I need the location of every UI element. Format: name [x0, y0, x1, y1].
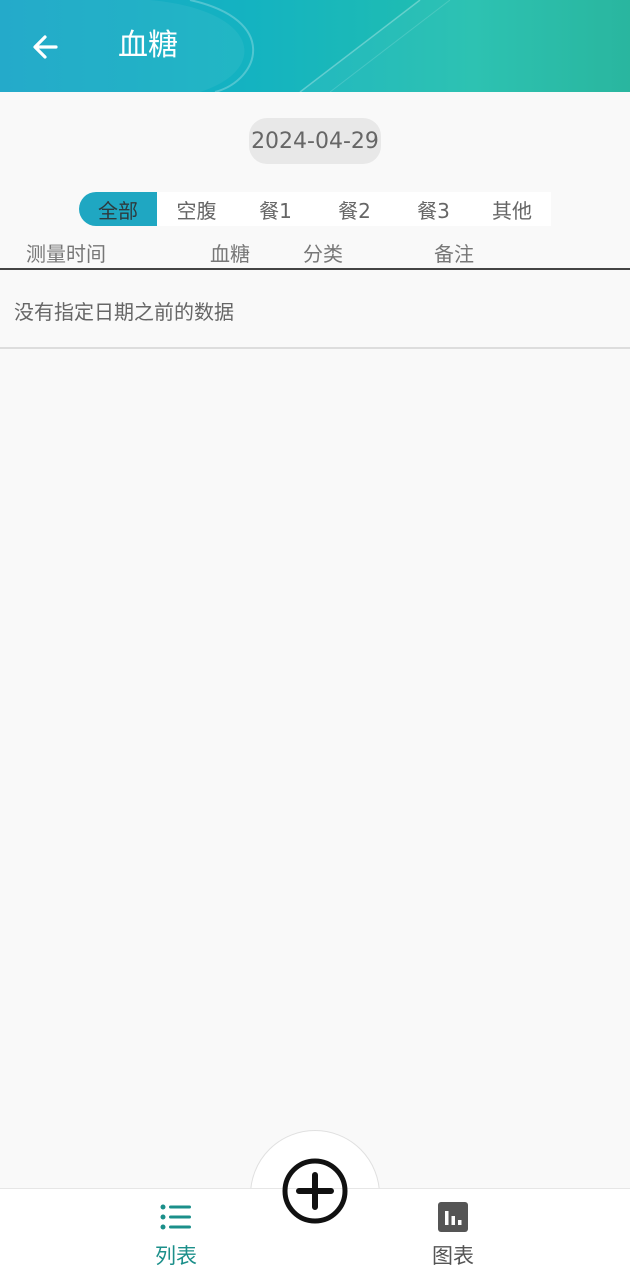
top-app-bar: 血糖	[0, 0, 630, 92]
tab-meal-2[interactable]: 餐2	[315, 192, 394, 226]
page-title: 血糖	[118, 28, 178, 63]
add-record-button[interactable]	[280, 1156, 350, 1226]
arrow-left-icon	[33, 35, 58, 59]
column-header-category: 分类	[303, 242, 343, 266]
tab-fasting[interactable]: 空腹	[157, 192, 236, 226]
empty-state-message: 没有指定日期之前的数据	[14, 300, 234, 324]
bar-chart-icon	[436, 1200, 470, 1234]
nav-list[interactable]: 列表	[131, 1200, 221, 1270]
nav-chart-label: 图表	[432, 1244, 474, 1268]
category-tabs: 全部 空腹 餐1 餐2 餐3 其他	[79, 192, 551, 226]
nav-list-label: 列表	[155, 1244, 197, 1268]
header-decoration	[0, 0, 630, 92]
column-header-glucose: 血糖	[210, 242, 250, 266]
back-button[interactable]	[22, 24, 68, 70]
column-header-note: 备注	[434, 242, 474, 266]
app-root: 血糖 2024-04-29 全部 空腹 餐1 餐2 餐3 其他 测量时间 血糖 …	[0, 0, 630, 1280]
add-circle-icon	[282, 1158, 348, 1224]
tab-meal-3[interactable]: 餐3	[394, 192, 473, 226]
date-selector[interactable]: 2024-04-29	[249, 118, 381, 164]
tab-all[interactable]: 全部	[79, 192, 157, 226]
tab-meal-1[interactable]: 餐1	[236, 192, 315, 226]
tab-other[interactable]: 其他	[473, 192, 551, 226]
list-icon	[159, 1200, 193, 1234]
column-header-time: 测量时间	[26, 242, 106, 266]
row-divider	[0, 347, 630, 349]
table-header: 测量时间 血糖 分类 备注	[0, 234, 630, 270]
nav-chart[interactable]: 图表	[408, 1200, 498, 1270]
